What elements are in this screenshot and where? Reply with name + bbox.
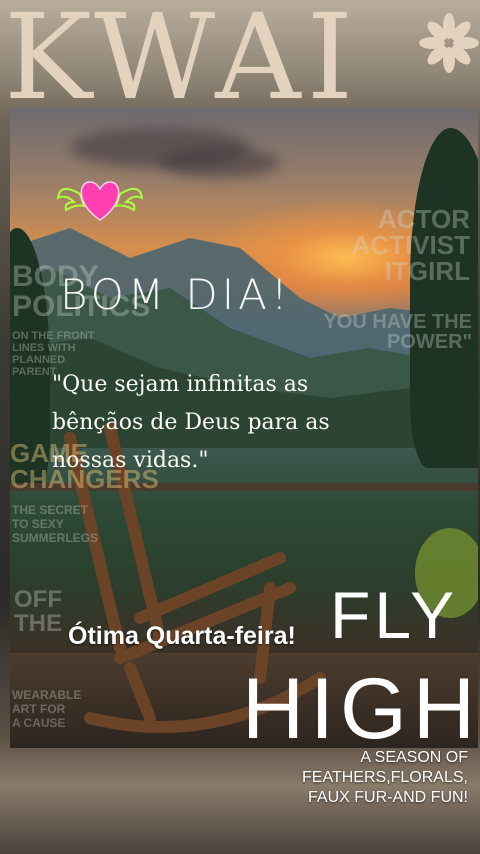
cover-line-off-the: OFF THE <box>14 586 62 637</box>
cover-line-actor-activist: ACTOR ACTIVIST ITGIRL <box>351 204 470 286</box>
weekday-wish: Ótima Quarta-feira! <box>68 622 296 650</box>
winged-heart-icon <box>56 181 144 221</box>
subtitle-line: FEATHERS,FLORALS, <box>302 769 468 786</box>
magazine-logo: KWAI <box>0 0 480 116</box>
subtitle-line: FAUX FUR-AND FUN! <box>308 789 468 806</box>
asterisk-icon <box>419 13 479 73</box>
headline-line-1: FLY <box>330 578 459 652</box>
subtitle-line: A SEASON OF <box>360 749 468 766</box>
cover-line-sexy-summerlegs: THE SECRET TO SEXY SUMMERLEGS <box>12 503 99 545</box>
greeting-title: BOM DIA! <box>60 270 292 319</box>
cover-line-you-have-the-power: YOU HAVE THE POWER" <box>323 311 472 353</box>
greeting-quote: "Que sejam infinitas as bênçãos de Deus … <box>52 372 330 473</box>
headline-line-2: HIGH <box>242 661 480 757</box>
headline-subtitle: A SEASON OF FEATHERS,FLORALS, FAUX FUR-A… <box>302 748 468 808</box>
cover-line-wearable-art: WEARABLE ART FOR A CAUSE <box>12 688 82 730</box>
logo-text: KWAI <box>4 0 360 126</box>
